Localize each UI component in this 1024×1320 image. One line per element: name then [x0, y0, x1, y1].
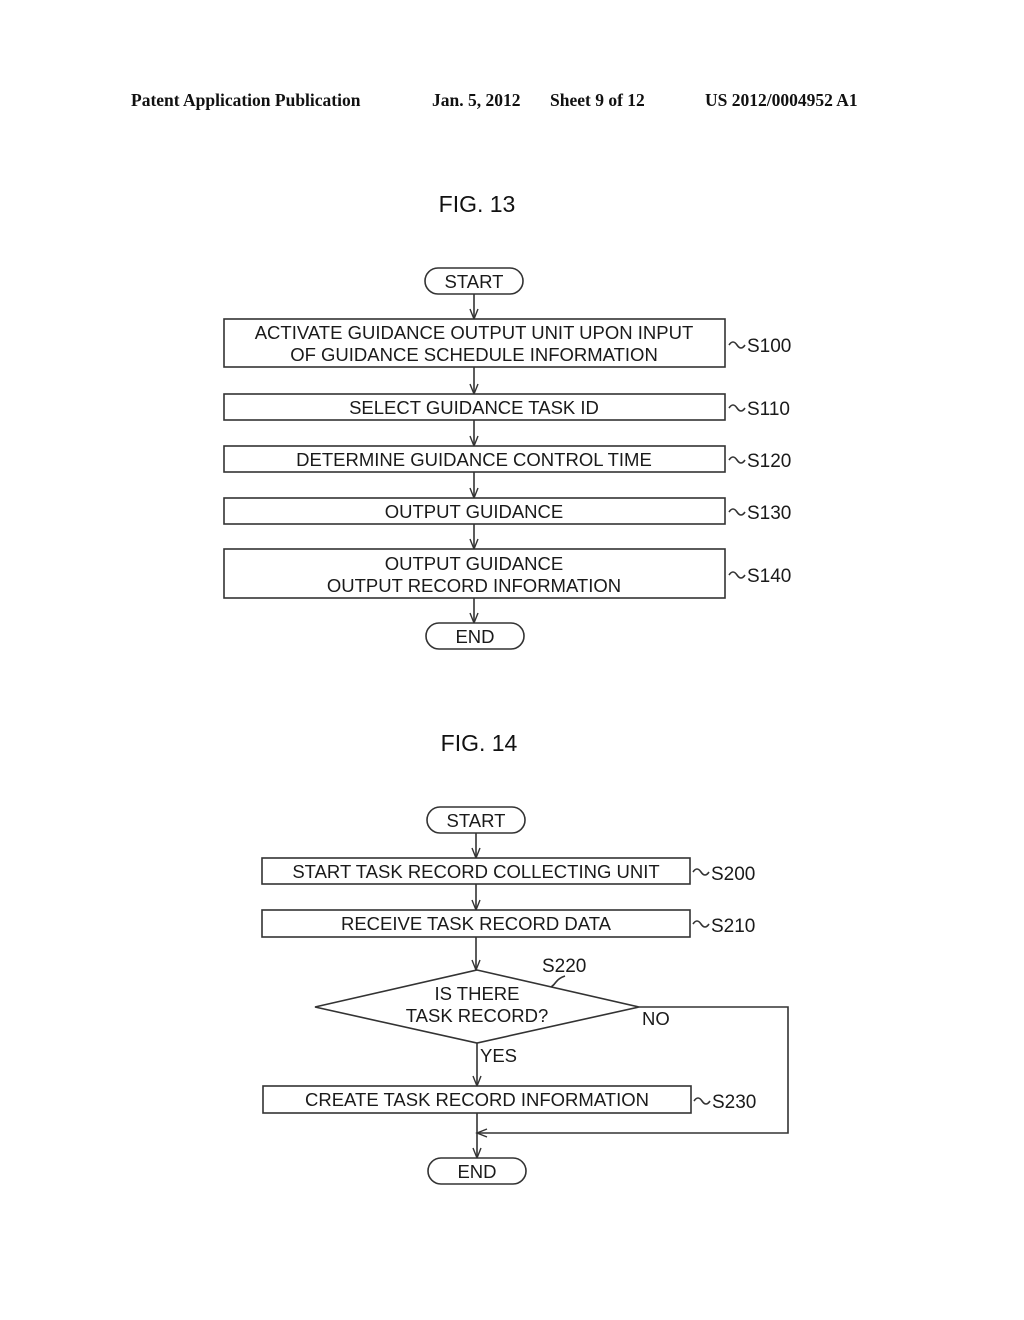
step-text-line: START TASK RECORD COLLECTING UNIT — [292, 861, 659, 882]
fig14-step-s230: CREATE TASK RECORD INFORMATION S230 — [262, 1085, 756, 1114]
fig14-start-terminator: START — [426, 806, 526, 834]
yes-branch-label: YES — [480, 1045, 517, 1066]
no-branch-label: NO — [642, 1008, 670, 1029]
tilde-leader-icon — [728, 508, 746, 516]
fig13-end-terminator: END — [425, 622, 525, 650]
step-id: S100 — [747, 336, 791, 357]
fig14: FIG. 14 START START TASK RECORD COLLECTI… — [261, 730, 789, 1185]
tilde-leader-icon — [728, 404, 746, 412]
tilde-leader-icon — [692, 920, 710, 928]
flowchart-canvas: FIG. 13 START ACTIVATE GUIDANCE OUTPUT U… — [223, 191, 791, 1185]
step-text-line: OF GUIDANCE SCHEDULE INFORMATION — [290, 344, 658, 365]
fig14-title: FIG. 14 — [441, 730, 518, 756]
tilde-leader-icon — [692, 868, 710, 876]
step-id: S200 — [711, 864, 755, 885]
end-label: END — [457, 1161, 496, 1182]
start-label: START — [447, 810, 506, 831]
step-text-line: OUTPUT GUIDANCE — [385, 553, 564, 574]
fig14-end-terminator: END — [427, 1157, 527, 1185]
step-id: S120 — [747, 451, 791, 472]
step-text-line: OUTPUT RECORD INFORMATION — [327, 575, 621, 596]
fig13-step-s100: ACTIVATE GUIDANCE OUTPUT UNIT UPON INPUT… — [223, 318, 791, 368]
step-text-line: DETERMINE GUIDANCE CONTROL TIME — [296, 449, 652, 470]
decision-text-line: TASK RECORD? — [406, 1005, 549, 1026]
fig14-step-s200: START TASK RECORD COLLECTING UNIT S200 — [261, 857, 755, 885]
step-text-line: CREATE TASK RECORD INFORMATION — [305, 1089, 649, 1110]
fig13-title: FIG. 13 — [439, 191, 516, 217]
step-id: S130 — [747, 503, 791, 524]
step-id: S140 — [747, 566, 791, 587]
leader-line-icon — [550, 975, 566, 988]
end-label: END — [455, 626, 494, 647]
tilde-leader-icon — [728, 571, 746, 579]
fig13: FIG. 13 START ACTIVATE GUIDANCE OUTPUT U… — [223, 191, 791, 650]
step-text-line: ACTIVATE GUIDANCE OUTPUT UNIT UPON INPUT — [255, 322, 694, 343]
start-label: START — [445, 271, 504, 292]
tilde-leader-icon — [728, 341, 746, 349]
tilde-leader-icon — [728, 456, 746, 464]
fig13-step-s120: DETERMINE GUIDANCE CONTROL TIME S120 — [223, 445, 791, 473]
step-id: S210 — [711, 916, 755, 937]
fig13-step-s110: SELECT GUIDANCE TASK ID S110 — [223, 393, 790, 421]
step-text-line: SELECT GUIDANCE TASK ID — [349, 397, 599, 418]
step-text-line: RECEIVE TASK RECORD DATA — [341, 913, 612, 934]
tilde-leader-icon — [693, 1097, 711, 1105]
step-id: S230 — [712, 1092, 756, 1113]
fig13-start-terminator: START — [424, 267, 524, 295]
step-text-line: OUTPUT GUIDANCE — [385, 501, 564, 522]
fig13-step-s140: OUTPUT GUIDANCE OUTPUT RECORD INFORMATIO… — [223, 548, 791, 599]
decision-text-line: IS THERE — [435, 983, 520, 1004]
step-id: S220 — [542, 956, 586, 977]
fig14-step-s210: RECEIVE TASK RECORD DATA S210 — [261, 909, 755, 938]
step-id: S110 — [747, 399, 790, 420]
fig13-step-s130: OUTPUT GUIDANCE S130 — [223, 497, 791, 525]
